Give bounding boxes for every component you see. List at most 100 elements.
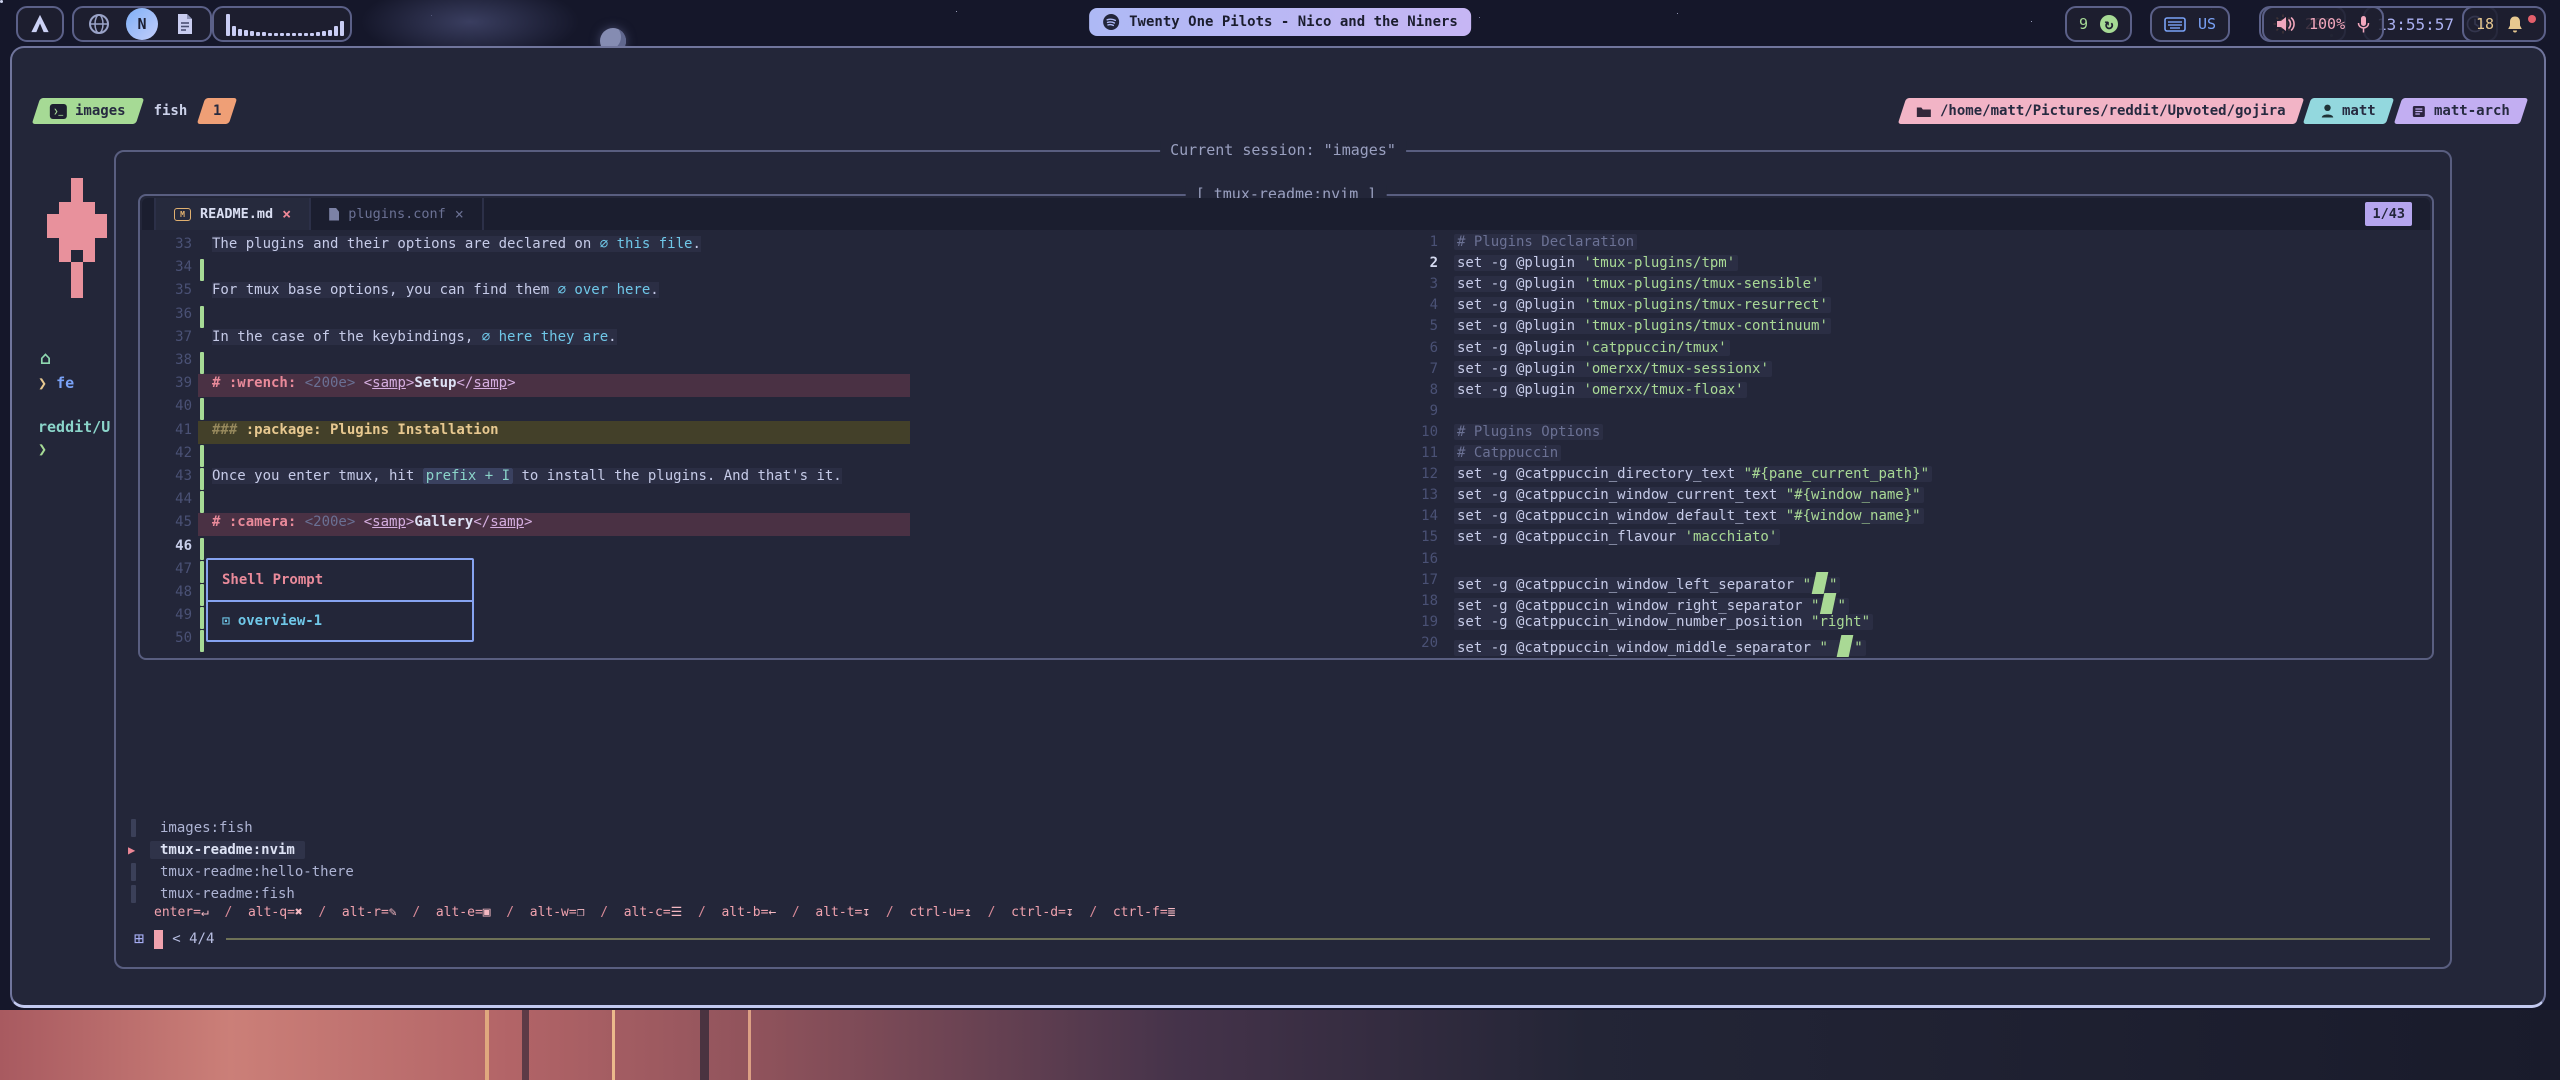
tmux-session-name: images [75, 103, 126, 119]
line-number: 8 [1408, 382, 1438, 403]
launcher-button[interactable] [16, 6, 64, 42]
line-number: 13 [1408, 487, 1438, 508]
session-preview: [ tmux-readme:nvim ] M README.md × plugi… [138, 194, 2434, 660]
floor-streak [748, 1010, 751, 1080]
line-number: 11 [1408, 445, 1438, 466]
prompt-command: fe [56, 374, 74, 392]
bell-icon [2506, 15, 2524, 34]
editor-line: set -g @catppuccin_window_right_separato… [1454, 593, 1849, 615]
speaker-icon [2276, 15, 2297, 33]
session-list-item[interactable]: tmux-readme:hello-there [128, 861, 364, 883]
editor-line: set -g @plugin 'omerxx/tmux-floax' [1454, 382, 1747, 398]
keyboard-icon [2164, 17, 2186, 32]
line-number: 14 [1408, 508, 1438, 529]
shell-prompt-line: ❯ fe [38, 374, 74, 392]
search-prompt[interactable]: ⊞ < 4/4 [134, 928, 2430, 950]
line-number: 7 [1408, 361, 1438, 382]
terminal-icon: ❯_ [50, 104, 67, 119]
notification-dot [2528, 15, 2536, 23]
editor-line: set -g @catppuccin_window_default_text "… [1454, 508, 1924, 524]
notifications-widget[interactable]: 18 [2462, 6, 2546, 42]
username: matt [2342, 103, 2376, 119]
arch-logo-icon [30, 14, 50, 34]
editor-line: set -g @catppuccin_flavour 'macchiato' [1454, 529, 1780, 545]
audio-visualizer-widget [212, 6, 352, 42]
floor-streak [612, 1010, 615, 1080]
updates-widget[interactable]: 9 ↻ [2065, 6, 2132, 42]
line-number: 2 [1408, 255, 1438, 276]
prompt-chevron: ❯ [38, 374, 47, 392]
tmux-window-name[interactable]: fish [154, 103, 188, 119]
volume-level: 100% [2309, 15, 2345, 33]
user-icon [2321, 104, 2334, 118]
line-number: 3 [1408, 276, 1438, 297]
terminal-window: ❯_ images fish 1 /home/matt/Pictures/red… [10, 46, 2546, 1008]
taskbar-apps: N [72, 6, 212, 42]
editor-line: set -g @catppuccin_window_number_positio… [1454, 614, 1873, 630]
keyboard-layout-widget[interactable]: US [2150, 6, 2230, 42]
tmux-user-segment: matt [2303, 98, 2394, 124]
md-table: Shell Prompt⊡overview-1 [206, 558, 474, 642]
right-pane: 1 # Plugins Declaration 2 set -g @plugin 't… [140, 196, 2432, 658]
floor-streak [485, 1010, 489, 1080]
keybind-hints: enter=↵ / alt-q=✖ / alt-r=✎ / alt-e=▣ / … [154, 905, 1175, 920]
pixel-art [47, 178, 107, 298]
editor-line: # Plugins Declaration [1454, 234, 1637, 250]
browser-icon[interactable] [86, 11, 112, 37]
neovim-icon[interactable]: N [126, 8, 158, 40]
tmux-session-tab[interactable]: ❯_ images [32, 98, 144, 124]
line-number: 1 [1408, 234, 1438, 255]
editor-line: set -g @plugin 'tmux-plugins/tmux-sensib… [1454, 276, 1822, 292]
current-path: /home/matt/Pictures/reddit/Upvoted/gojir… [1940, 103, 2286, 119]
hostname: matt-arch [2434, 103, 2510, 119]
editor-line: set -g @plugin 'tmux-plugins/tpm' [1454, 255, 1738, 271]
md-table-row: ⊡overview-1 [208, 600, 472, 640]
line-number: 12 [1408, 466, 1438, 487]
home-icon: ⌂ [40, 348, 51, 369]
media-player-widget[interactable]: Twenty One Pilots - Nico and the Niners [1089, 8, 1471, 36]
editor-line: # Plugins Options [1454, 424, 1603, 440]
prompt-chevron2[interactable]: ❯ [38, 440, 47, 458]
notification-count: 18 [2476, 15, 2494, 33]
line-number: 19 [1408, 614, 1438, 635]
audio-visualizer [226, 12, 344, 36]
grid-icon: ⊞ [134, 929, 144, 949]
line-number: 17 [1408, 572, 1438, 593]
line-number: 20 [1408, 635, 1438, 656]
wallpaper-floor [0, 1010, 2560, 1080]
editor-line: set -g @plugin 'catppuccin/tmux' [1454, 340, 1730, 356]
editor-line: set -g @catppuccin_directory_text "#{pan… [1454, 466, 1932, 482]
update-icon: ↻ [2100, 15, 2118, 33]
editor-line: set -g @plugin 'tmux-plugins/tmux-contin… [1454, 318, 1831, 334]
floor-streak [522, 1010, 529, 1080]
line-number: 6 [1408, 340, 1438, 361]
editor-line: set -g @catppuccin_window_current_text "… [1454, 487, 1924, 503]
editor-line: set -g @catppuccin_window_left_separator… [1454, 572, 1840, 594]
tmux-path-segment: /home/matt/Pictures/reddit/Upvoted/gojir… [1898, 98, 2304, 124]
line-number: 9 [1408, 403, 1438, 424]
updates-count: 9 [2079, 15, 2088, 33]
window-index-number: 1 [213, 103, 221, 119]
tmux-window-index[interactable]: 1 [197, 98, 238, 124]
editor-line: # Catppuccin [1454, 445, 1561, 461]
host-icon [2412, 105, 2426, 118]
line-number: 5 [1408, 318, 1438, 339]
md-table-row: Shell Prompt [208, 560, 472, 600]
document-app-icon[interactable] [172, 11, 198, 37]
session-list-item[interactable]: tmux-readme:fish [128, 883, 305, 905]
tmux-status-bar: ❯_ images fish 1 /home/matt/Pictures/red… [36, 98, 2524, 124]
match-counter: < 4/4 [172, 931, 214, 947]
wallpaper-stars [0, 0, 3, 3]
tmux-host-segment: matt-arch [2394, 98, 2528, 124]
line-number: 10 [1408, 424, 1438, 445]
popup-title: Current session: "images" [1160, 141, 1406, 159]
session-list-item[interactable]: images:fish [128, 817, 263, 839]
line-number: 18 [1408, 593, 1438, 614]
session-list-item[interactable]: ▶tmux-readme:nvim [128, 839, 305, 861]
sessionx-popup: Current session: "images" [ tmux-readme:… [114, 150, 2452, 969]
spotify-icon [1102, 13, 1120, 31]
keyboard-layout: US [2198, 15, 2216, 33]
line-number: 4 [1408, 297, 1438, 318]
volume-widget[interactable]: 100% [2262, 6, 2384, 42]
line-number: 15 [1408, 529, 1438, 550]
